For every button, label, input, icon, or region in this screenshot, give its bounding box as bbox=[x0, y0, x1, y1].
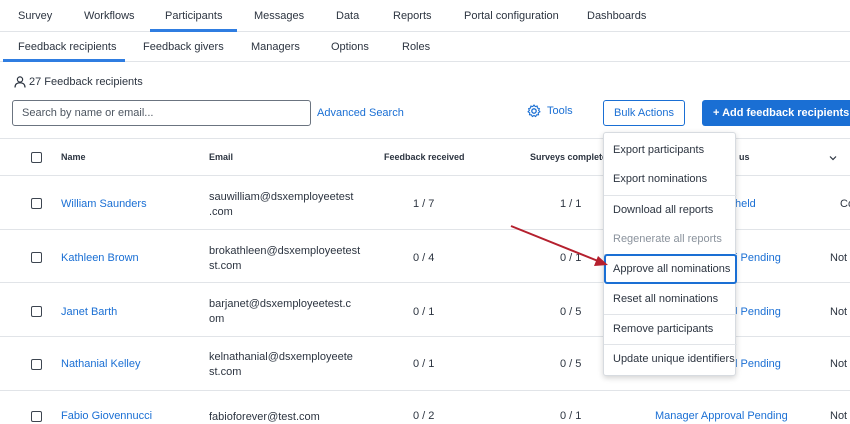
gear-icon bbox=[527, 104, 541, 118]
add-feedback-recipients-button[interactable]: + Add feedback recipients bbox=[702, 100, 850, 126]
recipient-name[interactable]: William Saunders bbox=[61, 198, 147, 210]
recipient-email-line1: sauwilliam@dsxemployeetest bbox=[209, 191, 354, 203]
recipient-name[interactable]: Kathleen Brown bbox=[61, 252, 139, 264]
column-email[interactable]: Email bbox=[209, 152, 233, 162]
tab-reports[interactable]: Reports bbox=[393, 10, 432, 22]
recipient-name[interactable]: Janet Barth bbox=[61, 306, 117, 318]
chevron-down-icon[interactable] bbox=[829, 155, 837, 161]
menu-item-update-unique-identifiers[interactable]: Update unique identifiers bbox=[604, 344, 737, 374]
last-column-value: Not c bbox=[830, 252, 850, 264]
last-column-value: Co bbox=[840, 198, 850, 210]
menu-item-reset-all-nominations[interactable]: Reset all nominations bbox=[604, 284, 737, 314]
select-all-checkbox[interactable] bbox=[31, 152, 42, 163]
recipient-email-line1: fabioforever@test.com bbox=[209, 411, 320, 423]
feedback-received: 1 / 7 bbox=[413, 198, 435, 210]
row-checkbox[interactable] bbox=[31, 198, 42, 209]
search-input[interactable] bbox=[12, 100, 311, 126]
row-checkbox[interactable] bbox=[31, 252, 42, 263]
menu-item-regenerate-all-reports: Regenerate all reports bbox=[613, 233, 722, 245]
column-status[interactable]: us bbox=[739, 152, 750, 162]
active-subtab-indicator bbox=[3, 59, 125, 62]
bulk-actions-menu: Export participants Export nominations D… bbox=[603, 132, 737, 376]
subtab-managers[interactable]: Managers bbox=[251, 41, 300, 53]
feedback-received: 0 / 1 bbox=[413, 306, 435, 318]
recipient-count: 27 Feedback recipients bbox=[14, 76, 143, 88]
surveys-completed: 0 / 1 bbox=[560, 410, 582, 422]
surveys-completed: 1 / 1 bbox=[560, 198, 582, 210]
tools-label: Tools bbox=[547, 105, 573, 117]
tab-messages[interactable]: Messages bbox=[254, 10, 304, 22]
recipient-name[interactable]: Nathanial Kelley bbox=[61, 358, 141, 370]
tab-portal-configuration[interactable]: Portal configuration bbox=[464, 10, 559, 22]
menu-item-remove-participants[interactable]: Remove participants bbox=[604, 314, 737, 344]
last-column-value: Not c bbox=[830, 306, 850, 318]
advanced-search-link[interactable]: Advanced Search bbox=[317, 107, 404, 119]
column-name[interactable]: Name bbox=[61, 152, 86, 162]
subtab-roles[interactable]: Roles bbox=[402, 41, 430, 53]
row-checkbox[interactable] bbox=[31, 411, 42, 422]
bulk-actions-button[interactable]: Bulk Actions bbox=[603, 100, 685, 126]
row-checkbox[interactable] bbox=[31, 359, 42, 370]
top-navigation: Survey Workflows Participants Messages D… bbox=[0, 0, 850, 32]
tab-dashboards[interactable]: Dashboards bbox=[587, 10, 646, 22]
tab-participants[interactable]: Participants bbox=[165, 10, 222, 22]
surveys-completed: 0 / 1 bbox=[560, 252, 582, 264]
recipient-count-text: 27 Feedback recipients bbox=[29, 76, 143, 88]
last-column-value: Not c bbox=[830, 410, 850, 422]
subtab-feedback-recipients[interactable]: Feedback recipients bbox=[18, 41, 116, 53]
column-feedback-received[interactable]: Feedback received bbox=[384, 152, 465, 162]
feedback-received: 0 / 2 bbox=[413, 410, 435, 422]
feedback-received: 0 / 1 bbox=[413, 358, 435, 370]
menu-item-export-nominations[interactable]: Export nominations bbox=[604, 164, 737, 194]
surveys-completed: 0 / 5 bbox=[560, 306, 582, 318]
tab-survey[interactable]: Survey bbox=[18, 10, 52, 22]
person-icon bbox=[14, 76, 26, 88]
menu-item-download-all-reports[interactable]: Download all reports bbox=[604, 195, 737, 225]
recipient-email-line2: om bbox=[209, 313, 225, 325]
menu-item-approve-all-nominations[interactable]: Approve all nominations bbox=[604, 254, 737, 284]
recipient-email-line1: brokathleen@dsxemployeetest bbox=[209, 245, 361, 257]
approval-status[interactable]: held bbox=[735, 198, 756, 210]
recipient-email-line2: .com bbox=[209, 206, 233, 218]
column-surveys-completed[interactable]: Surveys complete bbox=[530, 152, 607, 162]
approval-status[interactable]: l Pending bbox=[735, 358, 781, 370]
approval-status[interactable]: l Pending bbox=[735, 252, 781, 264]
recipient-email-line1: barjanet@dsxemployeetest.c bbox=[209, 298, 352, 310]
recipient-name[interactable]: Fabio Giovennucci bbox=[61, 410, 152, 422]
table-row: Fabio Giovennucci fabioforever@test.com … bbox=[0, 392, 850, 424]
approval-status[interactable]: Manager Approval Pending bbox=[655, 410, 788, 422]
last-column-value: Not c bbox=[830, 358, 850, 370]
menu-item-export-participants[interactable]: Export participants bbox=[604, 135, 737, 165]
recipient-email-line1: kelnathanial@dsxemployeete bbox=[209, 351, 353, 363]
tab-workflows[interactable]: Workflows bbox=[84, 10, 135, 22]
sub-navigation: Feedback recipients Feedback givers Mana… bbox=[0, 32, 850, 62]
recipient-email-line2: st.com bbox=[209, 366, 242, 378]
subtab-feedback-givers[interactable]: Feedback givers bbox=[143, 41, 224, 53]
tools-button[interactable]: Tools bbox=[527, 104, 573, 118]
feedback-received: 0 / 4 bbox=[413, 252, 435, 264]
tab-data[interactable]: Data bbox=[336, 10, 359, 22]
approval-status[interactable]: l Pending bbox=[735, 306, 781, 318]
row-checkbox[interactable] bbox=[31, 306, 42, 317]
subtab-options[interactable]: Options bbox=[331, 41, 369, 53]
surveys-completed: 0 / 5 bbox=[560, 358, 582, 370]
recipient-email-line2: st.com bbox=[209, 260, 242, 272]
